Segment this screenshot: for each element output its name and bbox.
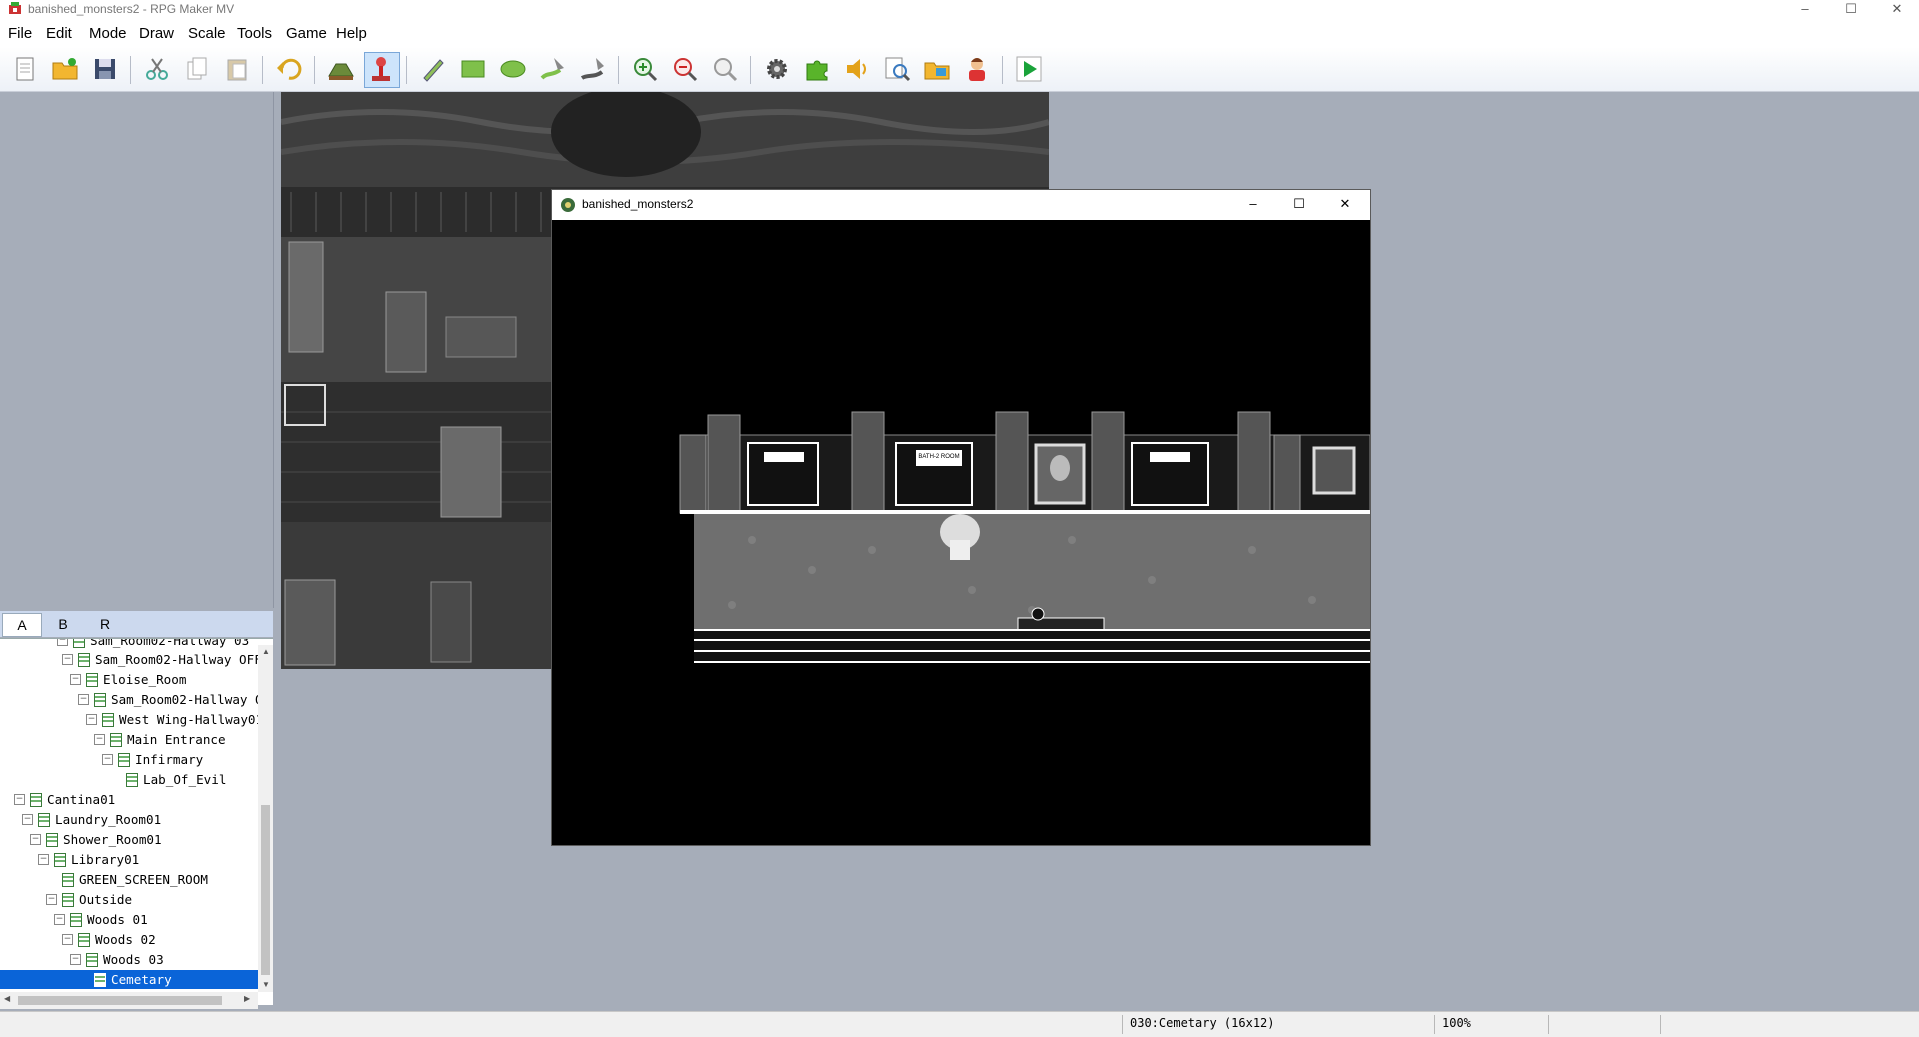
game-screen[interactable]: BATH-2 ROOM bbox=[552, 220, 1371, 844]
menu-mode[interactable]: Mode bbox=[89, 25, 127, 42]
playtest-window: banished_monsters2 – ☐ ✕ BATH-2 ROOM bbox=[551, 189, 1371, 846]
game-close-button[interactable]: ✕ bbox=[1322, 195, 1368, 215]
scroll-down-icon[interactable]: ▼ bbox=[262, 980, 270, 989]
game-minimize-button[interactable]: – bbox=[1230, 195, 1276, 215]
tree-item-woods-01[interactable]: − Woods 01 bbox=[54, 910, 148, 929]
sound-test-icon[interactable] bbox=[842, 54, 872, 84]
menu-game[interactable]: Game bbox=[286, 25, 327, 42]
tree-item-cemetary[interactable]: Cemetary bbox=[94, 970, 172, 989]
tree-item-infirmary[interactable]: − Infirmary bbox=[102, 750, 203, 769]
tree-item-woods-02[interactable]: − Woods 02 bbox=[62, 930, 156, 949]
tree-item-west-wing-hallway01[interactable]: − West Wing-Hallway01 bbox=[86, 710, 263, 729]
tree-item-woods-03[interactable]: − Woods 03 bbox=[70, 950, 164, 969]
map-mode-icon[interactable] bbox=[326, 54, 356, 84]
tree-item-library01[interactable]: − Library01 bbox=[38, 850, 139, 869]
event-search-icon[interactable] bbox=[882, 54, 912, 84]
open-project-icon[interactable] bbox=[50, 54, 80, 84]
tree-item-laundry-room01[interactable]: − Laundry_Room01 bbox=[22, 810, 161, 829]
tree-item-main-entrance[interactable]: − Main Entrance bbox=[94, 730, 226, 749]
rectangle-icon[interactable] bbox=[458, 54, 488, 84]
menu-help[interactable]: Help bbox=[336, 25, 367, 42]
tileset-tabs: A B R bbox=[0, 611, 273, 637]
fill-icon[interactable] bbox=[538, 54, 568, 84]
database-icon[interactable] bbox=[762, 54, 792, 84]
tree-item-sam-room02-hallway-03[interactable]: − Sam_Room02-Hallway 03 bbox=[57, 639, 249, 650]
character-generator-icon[interactable] bbox=[962, 54, 992, 84]
zoom-out-icon[interactable] bbox=[670, 54, 700, 84]
window-title: banished_monsters2 - RPG Maker MV bbox=[28, 2, 235, 16]
actual-size-icon[interactable] bbox=[710, 54, 740, 84]
paste-icon[interactable] bbox=[222, 54, 252, 84]
door-sign: BATH-2 ROOM bbox=[918, 454, 959, 460]
playtest-icon[interactable] bbox=[1014, 54, 1044, 84]
tab-r[interactable]: R bbox=[86, 613, 124, 635]
plugin-manager-icon[interactable] bbox=[802, 54, 832, 84]
new-project-icon[interactable] bbox=[10, 54, 40, 84]
tree-item-green-screen-room[interactable]: GREEN_SCREEN_ROOM bbox=[62, 870, 208, 889]
game-maximize-button[interactable]: ☐ bbox=[1276, 195, 1322, 215]
tree-item-eloise-room[interactable]: − Eloise_Room bbox=[70, 670, 186, 689]
resource-manager-icon[interactable] bbox=[922, 54, 952, 84]
shadow-pen-icon[interactable] bbox=[578, 54, 608, 84]
tree-item-shower-room01[interactable]: − Shower_Room01 bbox=[30, 830, 162, 849]
scroll-left-icon[interactable]: ◀ bbox=[4, 994, 10, 1003]
minimize-button[interactable]: – bbox=[1782, 0, 1828, 20]
scroll-thumb[interactable] bbox=[261, 805, 270, 975]
event-mode-icon[interactable] bbox=[366, 54, 396, 84]
game-scene: BATH-2 ROOM bbox=[679, 411, 1371, 663]
playtest-title: banished_monsters2 bbox=[582, 197, 694, 211]
pencil-icon[interactable] bbox=[418, 54, 448, 84]
copy-icon[interactable] bbox=[182, 54, 212, 84]
tileset-palette[interactable] bbox=[0, 92, 274, 608]
map-tree: − Sam_Room02-Hallway 03 − Sam_Room02-Hallw… bbox=[0, 638, 273, 1005]
undo-icon[interactable] bbox=[274, 54, 304, 84]
cut-icon[interactable] bbox=[142, 54, 172, 84]
scroll-right-icon[interactable]: ▶ bbox=[244, 994, 250, 1003]
tab-a[interactable]: A bbox=[2, 613, 42, 637]
menu-edit[interactable]: Edit bbox=[46, 25, 72, 42]
window-titlebar: banished_monsters2 - RPG Maker MV – ☐ ✕ bbox=[0, 0, 1919, 20]
menu-scale[interactable]: Scale bbox=[188, 25, 226, 42]
tree-item-cantina01[interactable]: − Cantina01 bbox=[14, 790, 115, 809]
menu-bar: File Edit Mode Draw Scale Tools Game Hel… bbox=[0, 20, 1919, 47]
zoom-in-icon[interactable] bbox=[630, 54, 660, 84]
menu-draw[interactable]: Draw bbox=[139, 25, 174, 42]
tab-b[interactable]: B bbox=[44, 613, 82, 635]
tree-item-lab-of-evil[interactable]: Lab_Of_Evil bbox=[126, 770, 226, 789]
menu-tools[interactable]: Tools bbox=[237, 25, 272, 42]
tree-item-outside[interactable]: − Outside bbox=[46, 890, 132, 909]
playtest-titlebar: banished_monsters2 – ☐ ✕ bbox=[552, 190, 1370, 220]
scroll-up-icon[interactable]: ▲ bbox=[262, 647, 270, 656]
hscroll-thumb[interactable] bbox=[18, 996, 222, 1005]
game-app-icon bbox=[561, 198, 575, 212]
status-zoom: 100% bbox=[1442, 1016, 1471, 1030]
tree-item-sam-room02-hallway-on[interactable]: − Sam_Room02-Hallway ON- bbox=[78, 690, 273, 709]
save-project-icon[interactable] bbox=[90, 54, 120, 84]
status-map-info: 030:Cemetary (16x12) bbox=[1130, 1016, 1275, 1030]
app-icon bbox=[9, 2, 21, 14]
tree-horizontal-scrollbar[interactable]: ◀ ▶ bbox=[0, 992, 258, 1009]
maximize-button[interactable]: ☐ bbox=[1828, 0, 1874, 20]
tree-item-sam-room02-hallway-off[interactable]: − Sam_Room02-Hallway OFF*- bbox=[62, 650, 273, 669]
menu-file[interactable]: File bbox=[8, 25, 32, 42]
tree-vertical-scrollbar[interactable]: ▲ ▼ bbox=[258, 645, 273, 992]
ellipse-icon[interactable] bbox=[498, 54, 528, 84]
toolbar bbox=[0, 47, 1919, 92]
close-button[interactable]: ✕ bbox=[1874, 0, 1919, 20]
status-bar: 030:Cemetary (16x12) 100% bbox=[0, 1011, 1919, 1037]
